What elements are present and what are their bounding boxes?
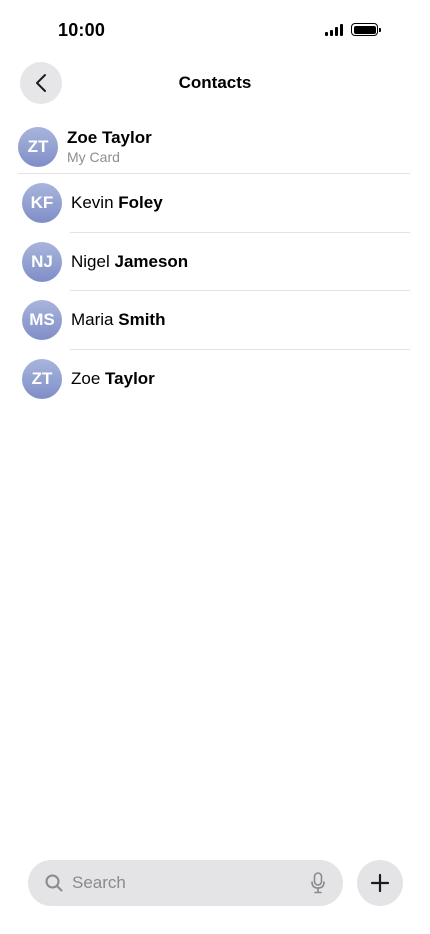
contact-list: KF Kevin Foley NJ Nigel Jameson MS Maria… (0, 174, 430, 408)
avatar: ZT (18, 127, 58, 167)
battery-icon (351, 23, 381, 36)
page-title: Contacts (178, 73, 252, 92)
avatar: MS (22, 300, 62, 341)
contact-name: Zoe Taylor (71, 368, 155, 388)
status-bar: 10:00 (0, 0, 430, 60)
contact-row-maria-smith[interactable]: MS Maria Smith (0, 291, 430, 350)
plus-icon (370, 873, 390, 893)
cellular-signal-icon (325, 23, 343, 36)
avatar: KF (22, 183, 62, 224)
my-card-subtitle: My Card (67, 149, 120, 165)
contact-row-zoe-taylor[interactable]: ZT Zoe Taylor (0, 350, 430, 409)
search-input[interactable] (72, 873, 287, 893)
avatar: NJ (22, 241, 62, 282)
contact-row-kevin-foley[interactable]: KF Kevin Foley (0, 174, 430, 233)
status-icons (325, 23, 381, 36)
status-time: 10:00 (58, 20, 106, 40)
search-icon (45, 874, 63, 892)
contact-name: Kevin Foley (71, 193, 163, 213)
contact-row-nigel-jameson[interactable]: NJ Nigel Jameson (0, 233, 430, 291)
contact-name: Maria Smith (71, 310, 166, 330)
avatar: ZT (22, 358, 62, 399)
microphone-icon[interactable] (311, 872, 325, 894)
my-card-name: Zoe Taylor (67, 128, 152, 147)
nav-bar: Contacts (0, 60, 430, 106)
bottom-bar (0, 860, 430, 906)
my-card[interactable]: ZT Zoe Taylor My Card (18, 121, 410, 173)
add-contact-button[interactable] (357, 860, 403, 906)
search-field[interactable] (28, 860, 343, 906)
contact-name: Nigel Jameson (71, 251, 189, 271)
